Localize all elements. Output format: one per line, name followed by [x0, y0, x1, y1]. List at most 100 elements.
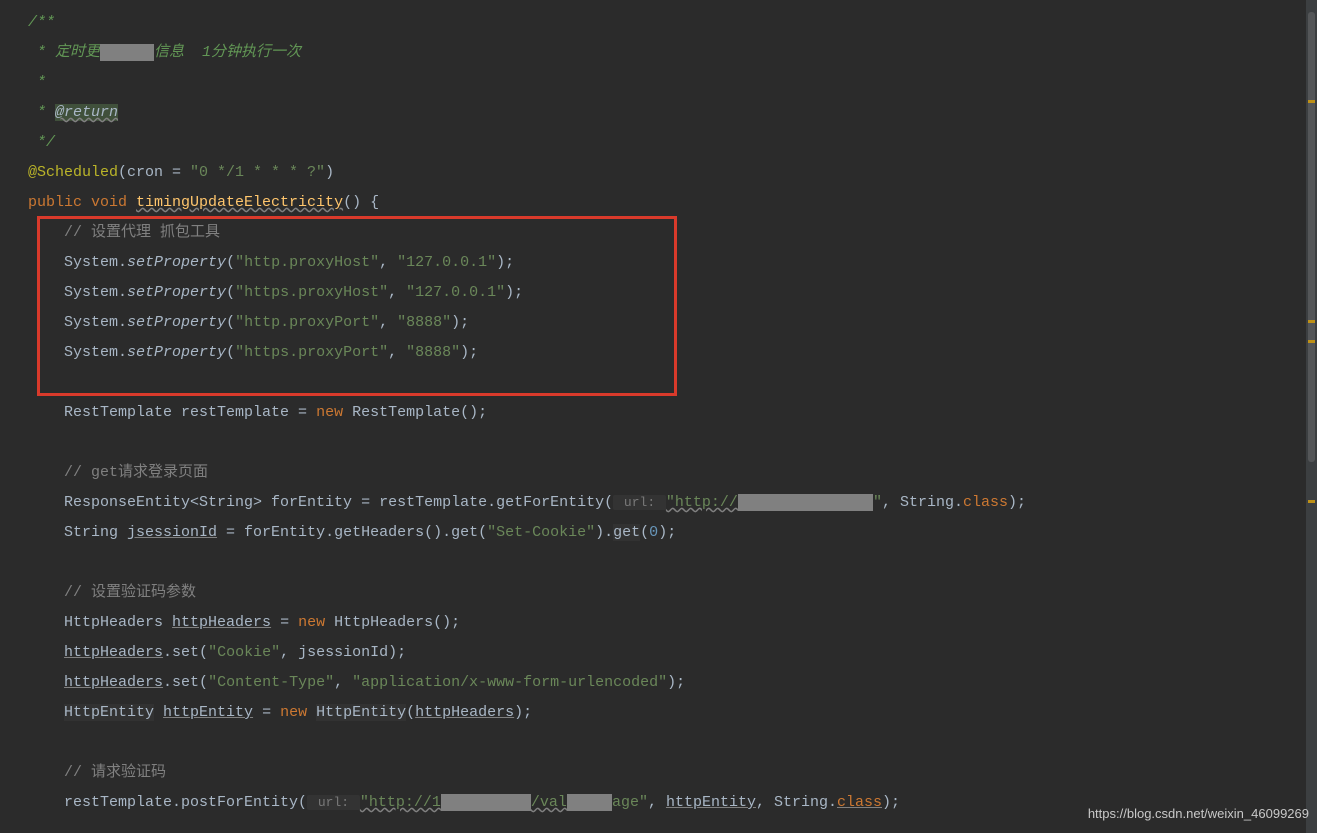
url-hint-1: url: [613, 495, 666, 510]
post-arg: httpEntity [666, 794, 756, 811]
gfe-tail2: ); [1008, 494, 1026, 511]
doc-open: /** [28, 14, 55, 31]
sp-open-3: ( [226, 314, 235, 331]
js-var: jsessionId [127, 524, 217, 541]
set-cookie-key: "Set-Cookie" [487, 524, 595, 541]
post-mid3: , String. [756, 794, 837, 811]
he-open: ( [406, 704, 415, 721]
key-https-host: "https.proxyHost" [235, 284, 388, 301]
js-zero: 0 [649, 524, 658, 541]
doc-return-prefix: * [28, 104, 55, 121]
hh-ctor: HttpHeaders(); [334, 614, 460, 631]
key-http-host: "http.proxyHost" [235, 254, 379, 271]
sys-1: System. [64, 254, 127, 271]
doc-line-blank: * [28, 74, 46, 91]
return-tag: @return [55, 104, 118, 121]
set1-var: httpHeaders [64, 644, 163, 661]
gfe-url-open: "http:// [666, 494, 738, 511]
setprop-2: setProperty [127, 284, 226, 301]
error-marker[interactable] [1308, 100, 1315, 103]
watermark: https://blog.csdn.net/weixin_46099269 [1088, 799, 1309, 829]
ct-key: "Content-Type" [208, 674, 334, 691]
rt-new: new [316, 404, 352, 421]
error-marker[interactable] [1308, 500, 1315, 503]
sp-close-4: ); [460, 344, 478, 361]
sp-close-1: ); [496, 254, 514, 271]
ct-value: "application/x-www-form-urlencoded" [352, 674, 667, 691]
he-type: HttpEntity [64, 704, 154, 721]
code-editor[interactable]: /** * 定时更 信息 1分钟执行一次 * * @return */ @Sch… [0, 0, 1317, 818]
post-close: ); [882, 794, 900, 811]
ann-close: ) [325, 164, 334, 181]
setprop-1: setProperty [127, 254, 226, 271]
he-var: httpEntity [163, 704, 253, 721]
method-tail: () { [343, 194, 379, 211]
js-mid: = forEntity.getHeaders().get( [217, 524, 487, 541]
key-http-port: "http.proxyPort" [235, 314, 379, 331]
val-https-host: "127.0.0.1" [406, 284, 505, 301]
gfe-pre: ResponseEntity<String> forEntity = restT… [64, 494, 613, 511]
post-url-mid: /val [531, 794, 567, 811]
set2-call: .set( [163, 674, 208, 691]
hh-var: httpHeaders [172, 614, 271, 631]
he-close: ); [514, 704, 532, 721]
set1-call: .set( [163, 644, 208, 661]
set2-close: ); [667, 674, 685, 691]
gfe-class: class [963, 494, 1008, 511]
comment-req: // 请求验证码 [64, 764, 166, 781]
js-get-close: ); [658, 524, 676, 541]
he-ctor: HttpEntity [316, 704, 406, 721]
set1-mid: , jsessionId); [280, 644, 406, 661]
comment-proxy: // 设置代理 抓包工具 [64, 224, 220, 241]
scheduled-annotation: @Scheduled [28, 164, 118, 181]
doc-close: */ [28, 134, 55, 151]
gfe-tail1: , String. [882, 494, 963, 511]
gfe-redact [738, 494, 873, 511]
post-class: class [837, 794, 882, 811]
setprop-3: setProperty [127, 314, 226, 331]
doc-redact [100, 44, 154, 61]
ann-open: (cron = [118, 164, 190, 181]
url-hint-2: url: [307, 795, 360, 810]
set2-mid: , [334, 674, 352, 691]
he-arg: httpHeaders [415, 704, 514, 721]
post-url-open: "http://1 [360, 794, 441, 811]
post-url-close: age" [612, 794, 648, 811]
sp-close-2: ); [505, 284, 523, 301]
js-pre: String [64, 524, 127, 541]
val-https-port: "8888" [406, 344, 460, 361]
he-eq: = [253, 704, 280, 721]
comment-get: // get请求登录页面 [64, 464, 208, 481]
scrollbar-thumb[interactable] [1308, 12, 1315, 462]
comment-vcode: // 设置验证码参数 [64, 584, 196, 601]
post-mid2: , [648, 794, 666, 811]
error-marker[interactable] [1308, 340, 1315, 343]
set2-var: httpHeaders [64, 674, 163, 691]
post-pre: restTemplate.postForEntity( [64, 794, 307, 811]
val-http-port: "8888" [397, 314, 451, 331]
cookie-key: "Cookie" [208, 644, 280, 661]
sp-open-4: ( [226, 344, 235, 361]
sp-open-1: ( [226, 254, 235, 271]
doc-line-1b: 信息 1分钟执行一次 [154, 44, 301, 61]
error-marker[interactable] [1308, 320, 1315, 323]
hh-decl: HttpHeaders [64, 614, 172, 631]
sp-open-2: ( [226, 284, 235, 301]
val-http-host: "127.0.0.1" [397, 254, 496, 271]
rt-decl: RestTemplate restTemplate = [64, 404, 316, 421]
js-get: get [613, 524, 640, 541]
he-sp [154, 704, 163, 721]
doc-line-1a: * 定时更 [28, 44, 100, 61]
js-get-open: ( [640, 524, 649, 541]
cron-expression: "0 */1 * * * ?" [190, 164, 325, 181]
js-mid2: ). [595, 524, 613, 541]
sys-3: System. [64, 314, 127, 331]
he-new: new [280, 704, 316, 721]
setprop-4: setProperty [127, 344, 226, 361]
post-redact-1 [441, 794, 531, 811]
method-name: timingUpdateElectricity [136, 194, 343, 211]
rt-ctor: RestTemplate(); [352, 404, 487, 421]
scrollbar[interactable] [1306, 0, 1317, 833]
method-modifiers: public void [28, 194, 136, 211]
sp-close-3: ); [451, 314, 469, 331]
